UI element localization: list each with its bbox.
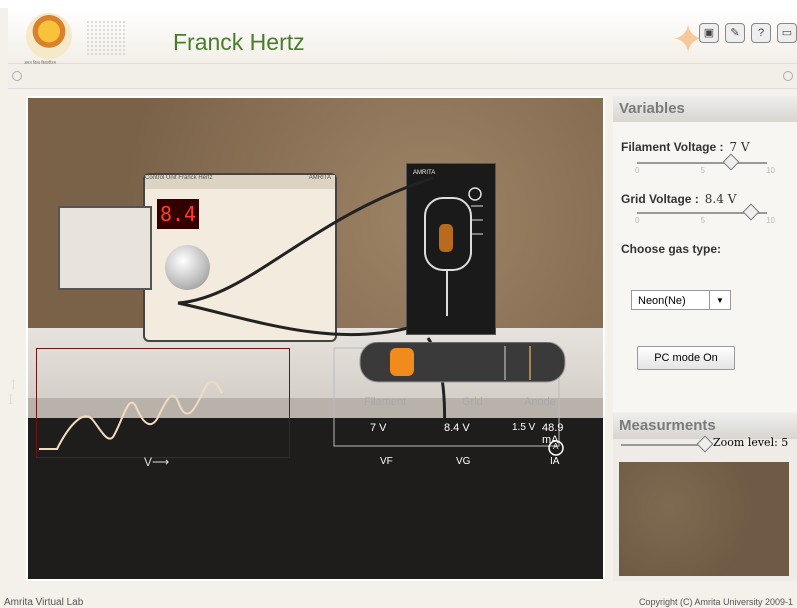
grid-ticks: 0 5 10 [635, 216, 775, 225]
filament-voltage-slider[interactable] [637, 153, 767, 171]
app-header: अमृत विश्व विद्यापीठम् Franck Hertz ✦ ▣ … [8, 8, 797, 65]
footer-left: Amrita Virtual Lab [4, 597, 84, 608]
dot-pattern [86, 20, 126, 56]
window-icon[interactable]: ▭ [777, 23, 797, 43]
filament-value: 7 V [370, 422, 387, 434]
simulation-stage: Control Unit Franck Hertz AMRITA 8.4 AMR… [26, 96, 605, 581]
vg-symbol: VG [456, 456, 471, 467]
gas-type-label: Choose gas type: [621, 242, 722, 256]
top-strip [0, 0, 797, 8]
zoom-viewport [619, 462, 789, 576]
page-title: Franck Hertz [173, 29, 305, 55]
iv-graph [36, 348, 290, 458]
ammeter-symbol: A [553, 442, 559, 451]
grid-label: Grid [462, 396, 483, 408]
anode-label: Anode [524, 396, 556, 408]
grid-value: 8.4 V [444, 422, 470, 434]
sub-toolbar [8, 64, 797, 89]
help-icon[interactable]: ? [751, 23, 771, 43]
variables-header: Variables [613, 96, 797, 122]
iv-curve [39, 380, 223, 450]
iv-curve-svg [39, 380, 223, 450]
filament-label: Filament [364, 396, 407, 408]
x-axis-label: V⟶ [144, 455, 170, 469]
y-axis-label: ↑ I [8, 378, 19, 408]
pc-mode-button[interactable]: PC mode On [637, 346, 735, 370]
gas-type-select[interactable]: Neon(Ne) ▼ [631, 290, 731, 310]
circuit-panel: Filament Grid Anode 7 V 8.4 V 1.5 V 48.9… [320, 341, 570, 472]
variables-body: Filament Voltage :7 V 0 5 10 Grid Voltage … [613, 122, 797, 412]
logo [26, 13, 72, 59]
zoom-level-label: Zoom level: 5 [713, 436, 789, 449]
left-handle [12, 71, 22, 81]
chevron-down-icon[interactable]: ▼ [709, 291, 730, 309]
ia-symbol: IA [550, 456, 560, 467]
vf-symbol: VF [380, 456, 393, 467]
filament-ticks: 0 5 10 [635, 166, 775, 175]
grid-voltage-slider[interactable] [637, 203, 767, 221]
filament-voltage-label: Filament Voltage :7 V [621, 140, 750, 154]
footer-right: Copyright (C) Amrita University 2009-1 [638, 597, 793, 607]
settings-icon[interactable]: ✎ [725, 23, 745, 43]
anode-value: 1.5 V [512, 422, 536, 433]
save-icon[interactable]: ▣ [699, 23, 719, 43]
zoom-slider[interactable] [621, 435, 714, 453]
right-panel: Variables Filament Voltage :7 V 0 5 10 Gri… [613, 96, 797, 581]
right-handle [783, 71, 793, 81]
toolbar: ▣ ✎ ? ▭ [699, 23, 797, 43]
grid-voltage-label: Grid Voltage :8.4 V [621, 192, 737, 206]
